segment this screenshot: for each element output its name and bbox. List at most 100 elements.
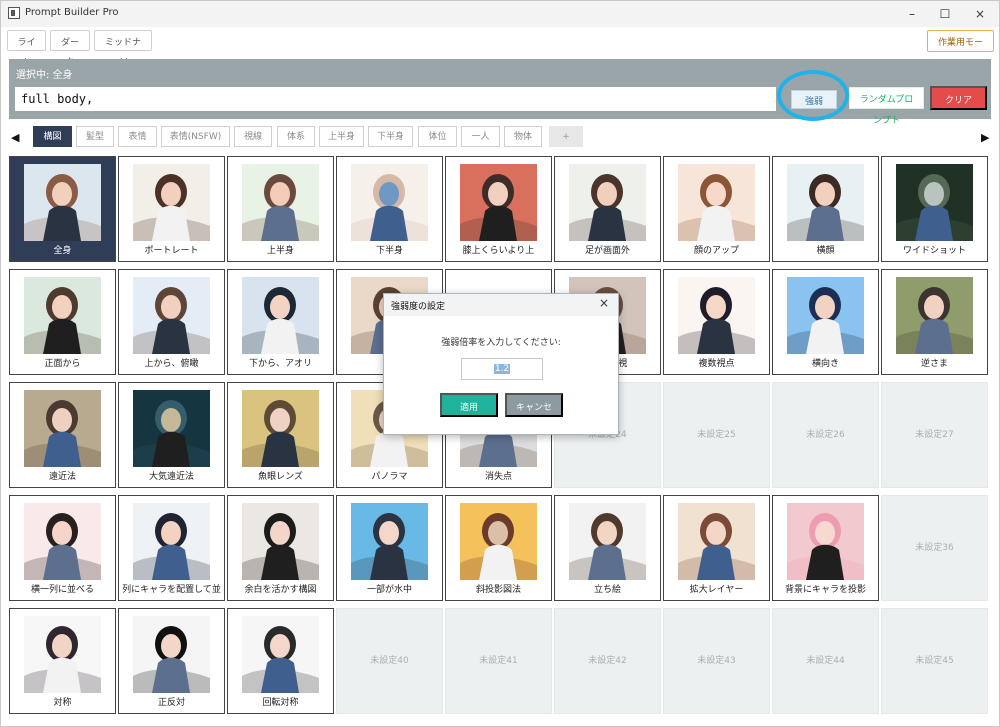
unset-card[interactable]: 未設定36 bbox=[881, 495, 988, 601]
composition-card[interactable]: ポートレート bbox=[118, 156, 225, 262]
minimize-button[interactable]: – bbox=[895, 3, 929, 25]
random-prompt-button[interactable]: ランダムプロンプト bbox=[849, 87, 924, 125]
feet-out-of-frame-image bbox=[569, 164, 646, 241]
unset-card[interactable]: 未設定25 bbox=[663, 382, 770, 488]
tab-hairstyle[interactable]: 髪型 bbox=[76, 126, 114, 147]
card-label: 逆さま bbox=[920, 359, 948, 369]
tab-gaze[interactable]: 視線 bbox=[234, 126, 272, 147]
close-button[interactable]: × bbox=[963, 3, 997, 25]
theme-light-button[interactable]: ライト bbox=[7, 30, 46, 67]
composition-card[interactable]: 回転対称 bbox=[227, 608, 334, 714]
negative-space-image bbox=[242, 503, 319, 580]
unset-card[interactable]: 未設定27 bbox=[881, 382, 988, 488]
composition-card[interactable]: 逆さま bbox=[881, 269, 988, 375]
dialog-prompt: 強弱倍率を入力してください: bbox=[441, 338, 561, 348]
clear-button[interactable]: クリア bbox=[930, 86, 987, 110]
composition-card[interactable]: 横一列に並べる bbox=[9, 495, 116, 601]
card-label: 横向き bbox=[811, 359, 839, 369]
tab-position[interactable]: 体位 bbox=[418, 126, 457, 147]
card-label: 斜投影図法 bbox=[475, 585, 521, 595]
tab-object[interactable]: 物体 bbox=[504, 126, 542, 147]
unset-card[interactable]: 未設定26 bbox=[772, 382, 879, 488]
work-mode-button[interactable]: 作業用モード bbox=[927, 30, 994, 68]
composition-card[interactable]: 下半身 bbox=[336, 156, 443, 262]
composition-card[interactable]: 複数視点 bbox=[663, 269, 770, 375]
composition-card[interactable]: 膝上くらいより上 bbox=[445, 156, 552, 262]
fisheye-image bbox=[242, 390, 319, 467]
tab-solo[interactable]: 一人 bbox=[461, 126, 500, 147]
card-label: 回転対称 bbox=[262, 698, 299, 708]
composition-card[interactable]: 斜投影図法 bbox=[445, 495, 552, 601]
strength-value-input[interactable]: 1.2 bbox=[461, 358, 543, 380]
composition-card[interactable]: 立ち絵 bbox=[554, 495, 661, 601]
cancel-button[interactable]: キャンセル bbox=[505, 393, 563, 435]
card-label: 膝上くらいより上 bbox=[462, 246, 535, 256]
composition-card[interactable]: 列にキャラを配置して並 bbox=[118, 495, 225, 601]
composition-card[interactable]: 顔のアップ bbox=[663, 156, 770, 262]
composition-card[interactable]: 大気遠近法 bbox=[118, 382, 225, 488]
composition-card[interactable]: 背景にキャラを投影 bbox=[772, 495, 879, 601]
strength-value-selection: 1.2 bbox=[493, 364, 511, 374]
character-columns-image bbox=[133, 503, 210, 580]
tab-expression[interactable]: 表情 bbox=[118, 126, 157, 147]
strength-dialog: 強弱度の設定 × 強弱倍率を入力してください: 1.2 適用 キャンセル bbox=[383, 293, 619, 435]
prompt-input[interactable]: full body, bbox=[15, 87, 776, 111]
card-label: 未設定26 bbox=[806, 430, 845, 440]
previous-tab-arrow-icon[interactable]: ◀ bbox=[11, 131, 19, 144]
composition-card[interactable]: 拡大レイヤー bbox=[663, 495, 770, 601]
category-tabs: ◀ 構図 髪型 表情 表情(NSFW) 視線 体系 上半身 下半身 体位 一人 … bbox=[1, 126, 999, 152]
symmetry-image bbox=[24, 616, 101, 693]
perspective-image bbox=[24, 390, 101, 467]
composition-card[interactable]: 対称 bbox=[9, 608, 116, 714]
apply-button[interactable]: 適用 bbox=[440, 393, 498, 417]
card-label: 背景にキャラを投影 bbox=[784, 585, 866, 595]
composition-card[interactable]: 一部が水中 bbox=[336, 495, 443, 601]
card-label: 顔のアップ bbox=[693, 246, 739, 256]
upper-body-image bbox=[242, 164, 319, 241]
next-tab-arrow-icon[interactable]: ▶ bbox=[981, 131, 989, 144]
maximize-button[interactable]: ☐ bbox=[928, 3, 962, 25]
add-tab-button[interactable]: + bbox=[549, 126, 583, 147]
tab-composition[interactable]: 構図 bbox=[33, 126, 72, 147]
tab-body-type[interactable]: 体系 bbox=[277, 126, 315, 147]
composition-card[interactable]: 正反対 bbox=[118, 608, 225, 714]
full-body-image bbox=[24, 164, 101, 241]
dialog-close-icon[interactable]: × bbox=[599, 296, 609, 310]
composition-card[interactable]: 横向き bbox=[772, 269, 879, 375]
card-label: 横一列に並べる bbox=[30, 585, 94, 595]
composition-card[interactable]: 余白を活かす構図 bbox=[227, 495, 334, 601]
composition-card[interactable]: 全身 bbox=[9, 156, 116, 262]
composition-card[interactable]: 下から、アオリ bbox=[227, 269, 334, 375]
card-label: 未設定42 bbox=[588, 656, 627, 666]
unset-card[interactable]: 未設定43 bbox=[663, 608, 770, 714]
composition-card[interactable]: 足が画面外 bbox=[554, 156, 661, 262]
sideways-image bbox=[787, 277, 864, 354]
tab-expression-nsfw[interactable]: 表情(NSFW) bbox=[161, 126, 230, 147]
unset-card[interactable]: 未設定45 bbox=[881, 608, 988, 714]
card-label: 正反対 bbox=[157, 698, 185, 708]
background-character-image bbox=[787, 503, 864, 580]
composition-card[interactable]: 横顔 bbox=[772, 156, 879, 262]
unset-card[interactable]: 未設定44 bbox=[772, 608, 879, 714]
face-closeup-image bbox=[678, 164, 755, 241]
composition-card[interactable]: 魚眼レンズ bbox=[227, 382, 334, 488]
card-label: 対称 bbox=[53, 698, 72, 708]
theme-midnight-button[interactable]: ミッドナイト bbox=[94, 30, 152, 67]
composition-card[interactable]: 正面から bbox=[9, 269, 116, 375]
tab-upper-body[interactable]: 上半身 bbox=[319, 126, 364, 147]
composition-card[interactable]: 遠近法 bbox=[9, 382, 116, 488]
card-label: 下半身 bbox=[375, 246, 403, 256]
card-label: 未設定41 bbox=[479, 656, 518, 666]
card-label: 大気遠近法 bbox=[148, 472, 194, 482]
theme-toolbar: ライト ダーク ミッドナイト 作業用モード bbox=[1, 27, 999, 68]
unset-card[interactable]: 未設定41 bbox=[445, 608, 552, 714]
unset-card[interactable]: 未設定42 bbox=[554, 608, 661, 714]
card-label: 未設定43 bbox=[697, 656, 736, 666]
unset-card[interactable]: 未設定40 bbox=[336, 608, 443, 714]
composition-card[interactable]: 上半身 bbox=[227, 156, 334, 262]
title-bar[interactable]: Prompt Builder Pro – ☐ × bbox=[1, 1, 999, 27]
composition-card[interactable]: ワイドショット bbox=[881, 156, 988, 262]
theme-dark-button[interactable]: ダーク bbox=[50, 30, 90, 67]
composition-card[interactable]: 上から、俯瞰 bbox=[118, 269, 225, 375]
tab-lower-body[interactable]: 下半身 bbox=[368, 126, 413, 147]
